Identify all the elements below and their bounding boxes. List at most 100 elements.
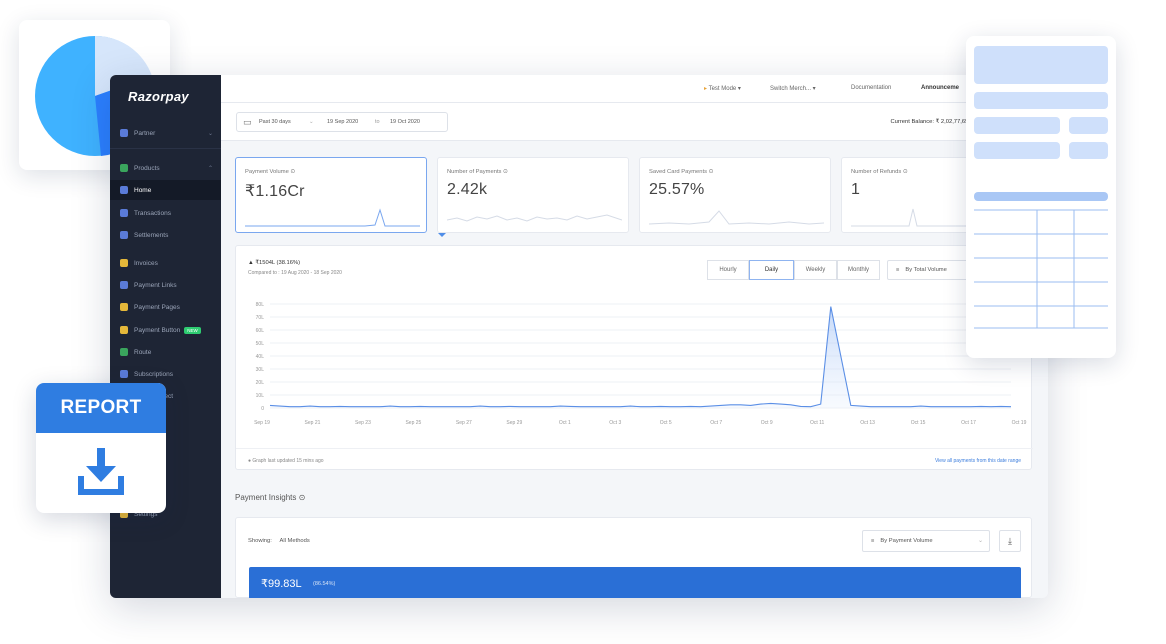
- chevron-down-icon: ⌄: [309, 119, 314, 125]
- table-illustration-card: [966, 36, 1116, 358]
- table-header-block: [974, 46, 1108, 84]
- table-row-block: [1069, 142, 1108, 159]
- sidebar-item-icon: [120, 164, 128, 172]
- method-share: (86.54%): [313, 581, 336, 587]
- kpi-label: Saved Card Payments ⊙: [649, 169, 714, 175]
- sidebar-item-icon: [120, 326, 128, 334]
- showing-value: All Methods: [279, 538, 310, 544]
- y-tick-label: 50L: [256, 341, 265, 347]
- view-all-payments-link[interactable]: View all payments from this date range: [935, 458, 1021, 464]
- kpi-sparkline: [447, 214, 622, 222]
- y-tick-label: 80L: [256, 302, 265, 308]
- x-tick-label: Oct 17: [961, 420, 976, 426]
- showing-filter[interactable]: Showing: All Methods: [248, 538, 310, 544]
- top-nav: ▸ Test Mode ▾ Switch Merch... ▾ Document…: [221, 75, 1048, 103]
- new-badge: NEW: [184, 326, 201, 334]
- sidebar-item-icon: [120, 370, 128, 378]
- chevron-icon: ⌃: [207, 165, 213, 172]
- sidebar-item-products[interactable]: Products ⌃: [110, 158, 221, 178]
- table-grid-icon: [974, 209, 1108, 329]
- calendar-icon: ▭: [243, 117, 252, 127]
- sidebar-item-label: Invoices: [134, 259, 158, 267]
- date-range-picker[interactable]: ▭ Past 30 days ⌄ 19 Sep 2020 to 19 Oct 2…: [236, 112, 448, 132]
- sidebar-item-label: Subscriptions: [134, 370, 174, 378]
- filter-bar: ▭ Past 30 days ⌄ 19 Sep 2020 to 19 Oct 2…: [221, 103, 1048, 141]
- sidebar-item-transactions[interactable]: Transactions: [110, 203, 221, 223]
- sidebar-item-label: Payment Links: [134, 281, 177, 289]
- x-tick-label: Oct 15: [911, 420, 926, 426]
- sidebar-item-icon: [120, 186, 128, 194]
- series-area: [270, 306, 1011, 408]
- to-date: 19 Oct 2020: [390, 119, 420, 125]
- brand-logo: Razorpay: [128, 89, 189, 104]
- announcements-link[interactable]: Announceme: [921, 85, 959, 91]
- sidebar-item-payment-links[interactable]: Payment Links: [110, 275, 221, 295]
- payment-volume-chart: 80L 70L 60L 50L 40L 30L 20L 10L 0 Sep 19 Sep 21 Sep…: [254, 302, 1027, 426]
- kpi-card-number-of-payments[interactable]: Number of Payments ⊙ 2.42k: [437, 157, 629, 233]
- kpi-label: Number of Payments ⊙: [447, 169, 508, 175]
- chevron-icon: ⌄: [207, 130, 213, 137]
- sidebar: Razorpay Partner ⌄ Products ⌃ Home Transactio…: [110, 75, 221, 598]
- y-tick-label: 70L: [256, 315, 265, 321]
- dashboard-window: Razorpay Partner ⌄ Products ⌃ Home Transactio…: [110, 75, 1048, 598]
- table-grid-header: [974, 192, 1108, 201]
- main-content: ▸ Test Mode ▾ Switch Merch... ▾ Document…: [221, 75, 1048, 598]
- kpi-label: Payment Volume ⊙: [245, 169, 296, 175]
- x-tick-label: Oct 5: [660, 420, 672, 426]
- sidebar-item-partner[interactable]: Partner ⌄: [110, 123, 221, 143]
- x-tick-label: Oct 11: [810, 420, 825, 426]
- x-tick-label: Sep 23: [355, 420, 371, 426]
- download-icon[interactable]: ⤓: [999, 530, 1021, 552]
- kpi-value: 2.42k: [447, 181, 488, 198]
- method-amount: ₹99.83L: [261, 578, 302, 590]
- last-updated-note: ● Graph last updated 15 mins ago: [248, 458, 324, 464]
- sidebar-item-home[interactable]: Home: [110, 180, 221, 200]
- to-separator: to: [375, 119, 380, 125]
- report-download-card[interactable]: REPORT: [36, 383, 166, 513]
- x-tick-label: Oct 19: [1012, 420, 1027, 426]
- kpi-card-payment-volume[interactable]: Payment Volume ⊙ ₹1.16Cr: [235, 157, 427, 233]
- sidebar-item-icon: [120, 281, 128, 289]
- y-tick-label: 20L: [256, 380, 265, 386]
- sidebar-item-settlements[interactable]: Settlements: [110, 225, 221, 245]
- top-method-bar[interactable]: ₹99.83L (86.54%): [249, 567, 1021, 598]
- y-tick-label: 0: [261, 406, 264, 412]
- sidebar-item-label: Route: [134, 348, 152, 356]
- table-row-block: [974, 117, 1060, 134]
- documentation-link[interactable]: Documentation: [851, 85, 891, 91]
- report-label: REPORT: [36, 383, 166, 433]
- y-tick-label: 30L: [256, 367, 265, 373]
- x-tick-label: Oct 1: [559, 420, 571, 426]
- switch-merchant-menu[interactable]: Switch Merch... ▾: [770, 85, 816, 92]
- sidebar-item-label: Partner: [134, 129, 156, 137]
- insights-metric-dropdown[interactable]: ≡ By Payment Volume ⌄: [862, 530, 990, 552]
- payment-insights-title: Payment Insights ⊙: [235, 493, 306, 502]
- kpi-value: ₹1.16Cr: [245, 183, 305, 200]
- table-row-block: [974, 92, 1108, 109]
- sidebar-item-payment-pages[interactable]: Payment Pages: [110, 297, 221, 317]
- sidebar-item-label: Transactions: [134, 209, 171, 217]
- kpi-card-saved-card-payments[interactable]: Saved Card Payments ⊙ 25.57%: [639, 157, 831, 233]
- sidebar-item-invoices[interactable]: Invoices: [110, 253, 221, 273]
- table-row-block: [974, 142, 1060, 159]
- x-tick-label: Oct 9: [761, 420, 773, 426]
- sidebar-item-payment-button[interactable]: Payment Button NEW: [110, 320, 221, 340]
- sidebar-item-route[interactable]: Route: [110, 342, 221, 362]
- sidebar-item-label: Products: [134, 164, 160, 172]
- sidebar-divider: [110, 148, 221, 149]
- kpi-sparkline: [245, 208, 420, 227]
- sidebar-item-subscriptions[interactable]: Subscriptions: [110, 364, 221, 384]
- selected-card-pointer: [438, 233, 446, 237]
- sidebar-item-icon: [120, 209, 128, 217]
- sidebar-item-icon: [120, 259, 128, 267]
- range-label: Past 30 days: [259, 119, 291, 125]
- kpi-label: Number of Refunds ⊙: [851, 169, 908, 175]
- sidebar-item-label: Settlements: [134, 231, 169, 239]
- test-mode-toggle[interactable]: ▸ Test Mode ▾: [704, 85, 741, 92]
- kpi-value: 1: [851, 181, 861, 198]
- current-balance: Current Balance: ₹ 2,02,77,654 ⊙: [890, 119, 979, 125]
- x-tick-label: Oct 13: [860, 420, 875, 426]
- sidebar-item-label: Payment Button: [134, 326, 181, 334]
- y-tick-label: 10L: [256, 393, 265, 399]
- payments-chart-panel: ▲ ₹1504L (38.16%) Compared to : 19 Aug 2…: [235, 245, 1033, 470]
